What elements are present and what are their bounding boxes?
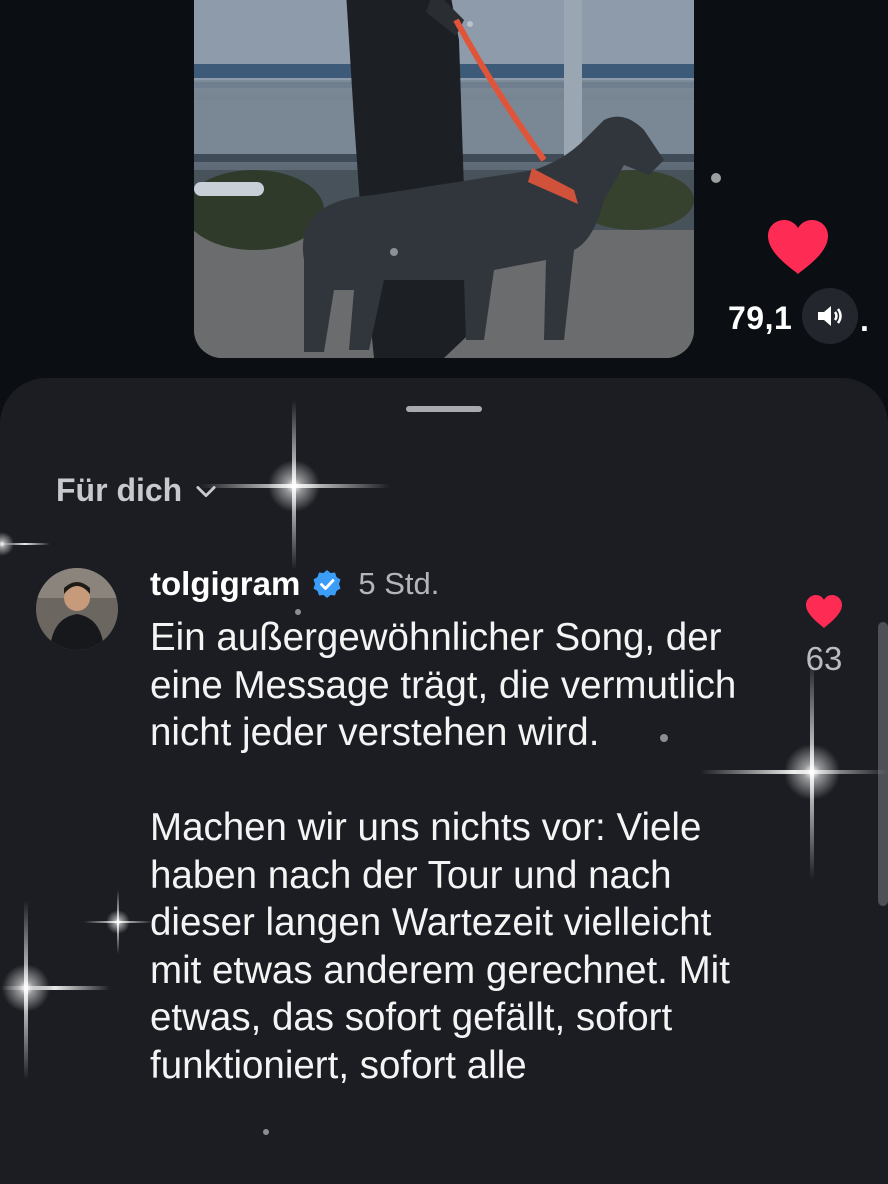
comment-filter-label: Für dich bbox=[56, 472, 183, 508]
speaker-icon bbox=[818, 306, 842, 326]
comment-filter-dropdown[interactable]: Für dich bbox=[56, 472, 220, 509]
sparkle-dot bbox=[711, 173, 721, 183]
video-like-count: 79,1 bbox=[728, 300, 793, 336]
video-frame-image bbox=[194, 0, 694, 358]
avatar-image bbox=[36, 568, 118, 650]
heart-icon bbox=[806, 595, 842, 628]
chevron-down-icon bbox=[196, 485, 216, 497]
avatar[interactable] bbox=[36, 568, 118, 650]
app-root: 79,1 . Für dich tolgigram 5 Std. Ein auß… bbox=[0, 0, 888, 1184]
comment-username[interactable]: tolgigram bbox=[150, 565, 300, 603]
comments-sheet: Für dich tolgigram 5 Std. Ein außergewöh… bbox=[0, 378, 888, 1184]
comments-scrollbar[interactable] bbox=[878, 622, 888, 906]
heart-icon[interactable] bbox=[766, 218, 830, 276]
comment-like-button[interactable]: 63 bbox=[800, 594, 848, 678]
video-actions: 79,1 . bbox=[720, 210, 888, 360]
video-like-count-suffix: . bbox=[860, 302, 869, 338]
comment-text: Ein außergewöhnlicher Song, der eine Mes… bbox=[150, 616, 737, 1087]
comment-meta: tolgigram 5 Std. bbox=[150, 564, 439, 604]
video-player[interactable] bbox=[194, 0, 694, 358]
sheet-drag-handle[interactable] bbox=[406, 406, 482, 412]
comment-like-count: 63 bbox=[805, 640, 843, 677]
verified-badge-icon bbox=[313, 570, 341, 598]
comment-timestamp: 5 Std. bbox=[358, 566, 440, 601]
sound-toggle-button[interactable] bbox=[802, 288, 858, 344]
